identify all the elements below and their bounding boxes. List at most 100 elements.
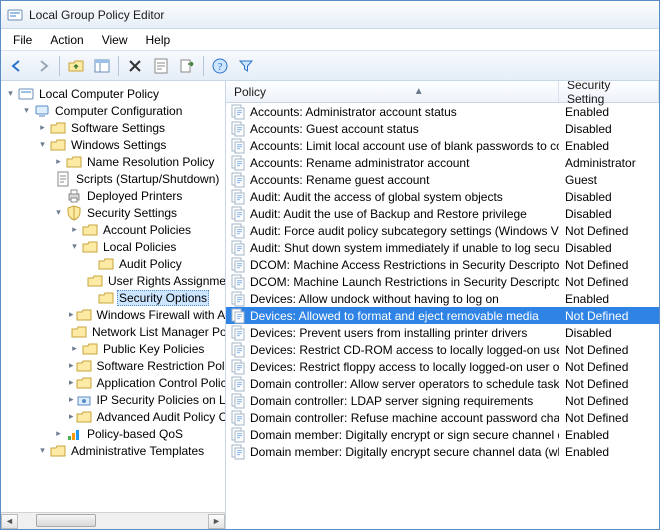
policy-row[interactable]: Accounts: Administrator account statusEn…	[226, 103, 659, 120]
policy-row[interactable]: Audit: Force audit policy subcategory se…	[226, 222, 659, 239]
toolbar-separator	[118, 56, 119, 76]
column-policy[interactable]: Policy ▲	[226, 81, 559, 102]
computer-icon	[34, 103, 50, 119]
policy-setting: Not Defined	[559, 411, 659, 425]
script-icon	[55, 171, 71, 187]
policy-cell: Audit: Audit the access of global system…	[226, 189, 559, 205]
filter-icon[interactable]	[234, 54, 258, 78]
expand-icon[interactable]: ▸	[37, 122, 48, 133]
expand-icon[interactable]: ▸	[69, 360, 74, 371]
menu-help[interactable]: Help	[138, 31, 179, 49]
menu-file[interactable]: File	[5, 31, 40, 49]
back-icon[interactable]	[5, 54, 29, 78]
policy-row[interactable]: Domain controller: Allow server operator…	[226, 375, 659, 392]
tree-node[interactable]: ▸ Advanced Audit Policy Configuration	[1, 408, 225, 425]
tree-node[interactable]: User Rights Assignment	[1, 272, 225, 289]
help-icon[interactable]: ?	[208, 54, 232, 78]
folder-icon	[50, 120, 66, 136]
scroll-left-icon[interactable]: ◄	[1, 514, 18, 529]
collapse-icon[interactable]: ▾	[37, 445, 48, 456]
policy-setting: Disabled	[559, 207, 659, 221]
scroll-thumb[interactable]	[36, 514, 96, 527]
policy-setting: Not Defined	[559, 343, 659, 357]
expand-icon[interactable]: ▸	[69, 309, 74, 320]
collapse-icon[interactable]: ▾	[37, 139, 48, 150]
forward-icon[interactable]	[31, 54, 55, 78]
tree-node[interactable]: ▾Local Computer Policy	[1, 85, 225, 102]
policy-row[interactable]: Devices: Prevent users from installing p…	[226, 324, 659, 341]
delete-icon[interactable]	[123, 54, 147, 78]
show-hide-tree-icon[interactable]	[90, 54, 114, 78]
export-icon[interactable]	[175, 54, 199, 78]
policy-row[interactable]: Domain member: Digitally encrypt secure …	[226, 443, 659, 460]
collapse-icon[interactable]: ▾	[5, 88, 16, 99]
expand-icon[interactable]: ▸	[53, 156, 64, 167]
policy-row[interactable]: Accounts: Rename guest accountGuest	[226, 171, 659, 188]
tree-node[interactable]: ▾Administrative Templates	[1, 442, 225, 459]
tree-node[interactable]: ▾Local Policies	[1, 238, 225, 255]
expand-icon[interactable]: ▸	[69, 377, 74, 388]
policy-icon	[230, 121, 246, 137]
tree-node[interactable]: Deployed Printers	[1, 187, 225, 204]
scroll-track[interactable]	[18, 514, 208, 529]
toolbar: ?	[1, 51, 659, 81]
policy-row[interactable]: Accounts: Limit local account use of bla…	[226, 137, 659, 154]
tree-node[interactable]: ▸Software Restriction Policies	[1, 357, 225, 374]
policy-row[interactable]: Devices: Allowed to format and eject rem…	[226, 307, 659, 324]
tree-node[interactable]: ▸Public Key Policies	[1, 340, 225, 357]
policy-row[interactable]: Devices: Restrict floppy access to local…	[226, 358, 659, 375]
properties-icon[interactable]	[149, 54, 173, 78]
policy-row[interactable]: Domain member: Digitally encrypt or sign…	[226, 426, 659, 443]
tree-node[interactable]: ▸Application Control Policies	[1, 374, 225, 391]
list-body[interactable]: Accounts: Administrator account statusEn…	[226, 103, 659, 529]
tree-node[interactable]: ▾Security Settings	[1, 204, 225, 221]
policy-row[interactable]: Domain controller: Refuse machine accoun…	[226, 409, 659, 426]
tree-node[interactable]: ▸Policy-based QoS	[1, 425, 225, 442]
collapse-icon[interactable]: ▾	[53, 207, 64, 218]
column-setting[interactable]: Security Setting	[559, 81, 659, 102]
policy-label: Accounts: Limit local account use of bla…	[250, 139, 559, 153]
expand-icon[interactable]: ▸	[53, 428, 64, 439]
collapse-icon[interactable]: ▾	[21, 105, 32, 116]
tree-node[interactable]: ▾Windows Settings	[1, 136, 225, 153]
expand-icon[interactable]: ▸	[69, 394, 74, 405]
policy-label: Domain member: Digitally encrypt or sign…	[250, 428, 559, 442]
policy-row[interactable]: Audit: Audit the access of global system…	[226, 188, 659, 205]
collapse-icon[interactable]: ▾	[69, 241, 80, 252]
policy-setting: Disabled	[559, 326, 659, 340]
tree-node[interactable]: Security Options	[1, 289, 225, 306]
policy-cell: Domain controller: Refuse machine accoun…	[226, 410, 559, 426]
tree-node[interactable]: ▸Windows Firewall with Advanced Security	[1, 306, 225, 323]
tree-node[interactable]: Audit Policy	[1, 255, 225, 272]
policy-row[interactable]: Devices: Restrict CD-ROM access to local…	[226, 341, 659, 358]
tree[interactable]: ▾Local Computer Policy▾Computer Configur…	[1, 81, 225, 511]
folder-icon	[82, 341, 98, 357]
menu-action[interactable]: Action	[42, 31, 91, 49]
tree-node[interactable]: ▸Software Settings	[1, 119, 225, 136]
policy-row[interactable]: Audit: Shut down system immediately if u…	[226, 239, 659, 256]
policy-row[interactable]: DCOM: Machine Launch Restrictions in Sec…	[226, 273, 659, 290]
scroll-right-icon[interactable]: ►	[208, 514, 225, 529]
tree-node[interactable]: ▸Name Resolution Policy	[1, 153, 225, 170]
tree-node-label: Advanced Audit Policy Configuration	[95, 410, 225, 424]
tree-node[interactable]: Network List Manager Policies	[1, 323, 225, 340]
sort-asc-icon: ▲	[414, 86, 424, 97]
tree-node[interactable]: Scripts (Startup/Shutdown)	[1, 170, 225, 187]
policy-row[interactable]: Accounts: Rename administrator accountAd…	[226, 154, 659, 171]
expand-icon[interactable]: ▸	[69, 343, 80, 354]
up-icon[interactable]	[64, 54, 88, 78]
expand-icon[interactable]: ▸	[69, 411, 74, 422]
policy-cell: Accounts: Rename administrator account	[226, 155, 559, 171]
tree-node[interactable]: ▸IP Security Policies on Local Computer	[1, 391, 225, 408]
tree-node[interactable]: ▸Account Policies	[1, 221, 225, 238]
tree-hscrollbar[interactable]: ◄ ►	[1, 512, 225, 529]
expand-icon[interactable]: ▸	[69, 224, 80, 235]
menu-view[interactable]: View	[94, 31, 136, 49]
policy-row[interactable]: Domain controller: LDAP server signing r…	[226, 392, 659, 409]
policy-row[interactable]: DCOM: Machine Access Restrictions in Sec…	[226, 256, 659, 273]
policy-row[interactable]: Devices: Allow undock without having to …	[226, 290, 659, 307]
policy-row[interactable]: Accounts: Guest account statusDisabled	[226, 120, 659, 137]
tree-node[interactable]: ▾Computer Configuration	[1, 102, 225, 119]
policy-row[interactable]: Audit: Audit the use of Backup and Resto…	[226, 205, 659, 222]
policy-label: DCOM: Machine Access Restrictions in Sec…	[250, 258, 559, 272]
